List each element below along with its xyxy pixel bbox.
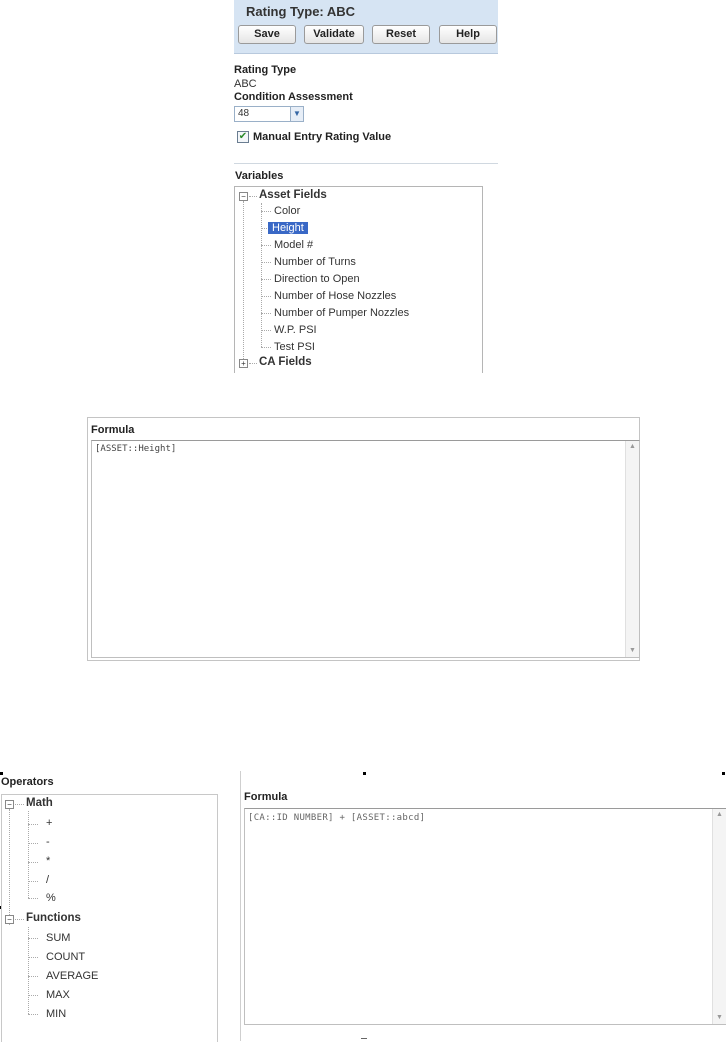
variables-tree: − Asset Fields Color Height Model # Numb… (234, 186, 483, 373)
condition-assessment-select[interactable]: 48 ▼ (234, 106, 304, 122)
condition-assessment-value: 48 (238, 108, 250, 119)
scroll-up-icon[interactable]: ▲ (713, 809, 726, 821)
operators-tree: − Math + - * / % − Functions SUM COUNT A… (1, 794, 218, 1042)
rating-type-label: Rating Type (234, 64, 297, 76)
tree-item-color[interactable]: Color (274, 205, 300, 217)
resize-marker (0, 772, 3, 775)
tree-item-model[interactable]: Model # (274, 239, 313, 251)
formula-scrollbar[interactable]: ▲ ▼ (712, 809, 726, 1024)
validate-button[interactable]: Validate (304, 25, 364, 44)
rating-type-value: ABC (234, 78, 257, 90)
tree-node-math[interactable]: Math (26, 797, 53, 809)
reset-button[interactable]: Reset (372, 25, 430, 44)
expand-icon[interactable]: + (239, 359, 248, 368)
function-count[interactable]: COUNT (46, 951, 85, 963)
operator-minus[interactable]: - (46, 836, 50, 848)
tree-item-test-psi[interactable]: Test PSI (274, 341, 315, 353)
formula-scrollbar[interactable]: ▲ ▼ (625, 441, 639, 657)
operators-title: Operators (1, 776, 54, 788)
resize-marker (363, 772, 366, 775)
chevron-down-icon[interactable]: ▼ (290, 107, 303, 121)
formula-textarea[interactable]: [CA::ID NUMBER] + [ASSET::abcd] ▲ ▼ (244, 808, 726, 1025)
formula-text: [CA::ID NUMBER] + [ASSET::abcd] (248, 813, 426, 823)
tree-node-functions[interactable]: Functions (26, 912, 81, 924)
panel-divider[interactable] (240, 771, 241, 1041)
collapse-icon[interactable]: − (5, 915, 14, 924)
tree-item-hose-nozzles[interactable]: Number of Hose Nozzles (274, 290, 396, 302)
function-min[interactable]: MIN (46, 1008, 66, 1020)
formula-text: [ASSET::Height] (95, 444, 177, 454)
tree-item-direction-to-open[interactable]: Direction to Open (274, 273, 360, 285)
resize-marker (722, 772, 725, 775)
tree-node-ca-fields[interactable]: CA Fields (259, 356, 312, 368)
tree-item-height[interactable]: Height (268, 222, 308, 234)
tree-item-pumper-nozzles[interactable]: Number of Pumper Nozzles (274, 307, 409, 319)
resize-marker (361, 1038, 367, 1039)
formula-panel: Formula [ASSET::Height] ▲ ▼ (87, 417, 640, 661)
formula-title: Formula (91, 424, 135, 436)
function-average[interactable]: AVERAGE (46, 970, 98, 982)
tree-item-wp-psi[interactable]: W.P. PSI (274, 324, 317, 336)
tree-item-number-of-turns[interactable]: Number of Turns (274, 256, 356, 268)
operator-divide[interactable]: / (46, 874, 49, 886)
scroll-down-icon[interactable]: ▼ (713, 1012, 726, 1024)
condition-assessment-label: Condition Assessment (234, 91, 353, 103)
function-max[interactable]: MAX (46, 989, 70, 1001)
operator-plus[interactable]: + (46, 817, 52, 829)
scroll-down-icon[interactable]: ▼ (626, 645, 639, 657)
tree-node-asset-fields[interactable]: Asset Fields (259, 189, 327, 201)
manual-entry-checkbox[interactable]: ✔ (237, 131, 249, 143)
manual-entry-label: Manual Entry Rating Value (253, 131, 392, 143)
divider (234, 163, 498, 164)
toolbar-header: Rating Type: ABC Save Validate Reset Hel… (234, 0, 498, 54)
function-sum[interactable]: SUM (46, 932, 70, 944)
save-button[interactable]: Save (238, 25, 296, 44)
operator-modulo[interactable]: % (46, 892, 56, 904)
page-title: Rating Type: ABC (246, 4, 356, 19)
scroll-up-icon[interactable]: ▲ (626, 441, 639, 453)
formula-title: Formula (244, 791, 288, 803)
formula-textarea[interactable]: [ASSET::Height] ▲ ▼ (91, 440, 640, 658)
operator-multiply[interactable]: * (46, 855, 50, 867)
help-button[interactable]: Help (439, 25, 497, 44)
collapse-icon[interactable]: − (239, 192, 248, 201)
collapse-icon[interactable]: − (5, 800, 14, 809)
variables-title: Variables (235, 170, 284, 182)
